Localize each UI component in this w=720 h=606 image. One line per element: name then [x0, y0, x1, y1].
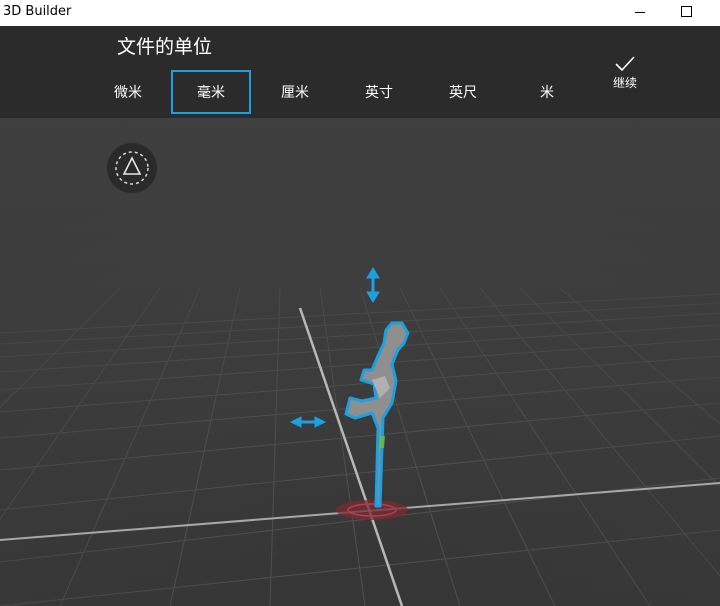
unit-label: 厘米 [281, 85, 309, 101]
unit-millimeter-button[interactable]: 毫米 [171, 70, 251, 114]
units-toolbar: 文件的单位 微米 毫米 厘米 英寸 英尺 米 继续 [0, 26, 720, 118]
triangle-view-icon [115, 151, 149, 185]
base-ring [336, 500, 408, 520]
minimize-button[interactable] [620, 0, 660, 22]
continue-label: 继续 [612, 76, 637, 90]
unit-meter-button[interactable]: 米 [507, 70, 587, 114]
maximize-button[interactable] [666, 0, 706, 22]
continue-button[interactable]: 继续 [596, 54, 654, 104]
unit-label: 英寸 [365, 85, 393, 101]
checkmark-icon [615, 56, 635, 72]
minimize-icon [635, 11, 645, 13]
units-heading: 文件的单位 [117, 36, 213, 58]
3d-viewport[interactable] [0, 118, 720, 606]
maximize-icon [680, 5, 692, 17]
unit-label: 米 [540, 85, 554, 101]
window-titlebar: 3D Builder [0, 0, 720, 26]
unit-centimeter-button[interactable]: 厘米 [255, 70, 335, 114]
unit-inch-button[interactable]: 英寸 [339, 70, 419, 114]
window-title: 3D Builder [3, 4, 72, 19]
unit-label: 微米 [114, 85, 142, 101]
view-orientation-button[interactable] [107, 143, 157, 193]
unit-label: 毫米 [197, 85, 225, 101]
unit-foot-button[interactable]: 英尺 [423, 70, 503, 114]
unit-micrometer-button[interactable]: 微米 [88, 70, 168, 114]
unit-label: 英尺 [449, 85, 477, 101]
